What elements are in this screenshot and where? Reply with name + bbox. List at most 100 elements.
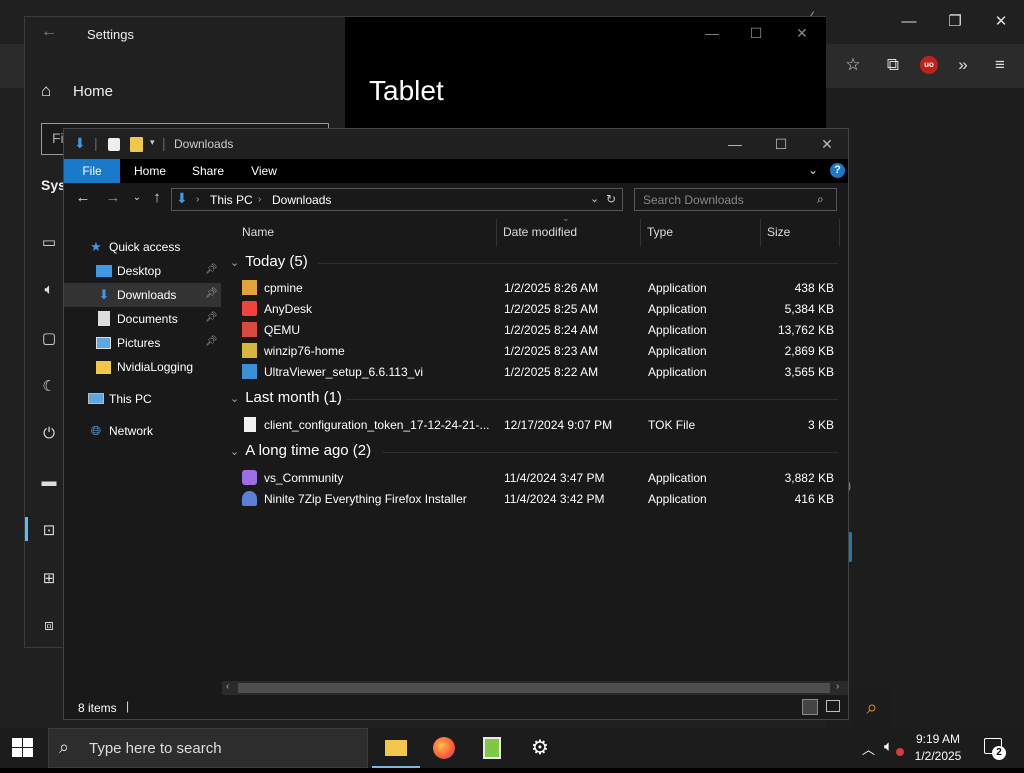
file-type: Application bbox=[648, 302, 707, 316]
file-type: Application bbox=[648, 281, 707, 295]
up-button[interactable]: ↑ bbox=[146, 189, 168, 206]
minimize-button[interactable]: — bbox=[886, 0, 932, 44]
notifications-icon[interactable]: ▢ bbox=[39, 329, 59, 349]
settings-minimize-button[interactable]: — bbox=[697, 25, 727, 41]
file-row[interactable]: QEMU 1/2/2025 8:24 AM Application 13,762… bbox=[232, 319, 834, 340]
pin-icon[interactable]: 📌︎ bbox=[205, 264, 218, 275]
nav-item-downloads[interactable]: ⬇ Downloads 📌︎ bbox=[64, 283, 221, 307]
taskbar-file-explorer[interactable] bbox=[372, 728, 420, 768]
file-row[interactable]: cpmine 1/2/2025 8:26 AM Application 438 … bbox=[232, 277, 834, 298]
windows-start-icon[interactable] bbox=[12, 738, 34, 758]
address-bar[interactable]: ⬇ › This PC › Downloads ⌄ ↻ bbox=[171, 188, 623, 211]
settings-close-button[interactable]: ✕ bbox=[787, 25, 817, 42]
address-dropdown-icon[interactable]: ⌄ bbox=[590, 192, 599, 205]
column-divider[interactable] bbox=[640, 219, 641, 247]
group-header-long-time-ago[interactable]: ⌄ A long time ago (2) bbox=[230, 442, 371, 459]
volume-muted-icon[interactable]: 🔈︎ bbox=[884, 738, 893, 755]
tab-view[interactable]: View bbox=[236, 159, 292, 183]
large-icons-view-icon[interactable] bbox=[826, 700, 840, 712]
display-icon[interactable]: ▭ bbox=[39, 233, 59, 253]
projecting-icon[interactable]: ⧈ bbox=[39, 617, 59, 637]
column-header-type[interactable]: Type bbox=[647, 225, 673, 239]
properties-icon[interactable] bbox=[108, 138, 120, 151]
column-divider[interactable] bbox=[760, 219, 761, 247]
details-view-icon[interactable] bbox=[802, 699, 818, 715]
pin-icon[interactable]: 📌︎ bbox=[205, 312, 218, 323]
scrollbar-thumb[interactable] bbox=[238, 683, 830, 693]
help-icon[interactable]: ? bbox=[830, 163, 845, 178]
restore-button[interactable]: ❐ bbox=[932, 0, 978, 44]
nav-item-desktop[interactable]: Desktop 📌︎ bbox=[64, 259, 221, 283]
close-button[interactable]: ✕ bbox=[978, 0, 1024, 44]
pin-icon[interactable]: 📌︎ bbox=[205, 336, 218, 347]
tablet-icon[interactable]: ⊡ bbox=[39, 521, 59, 541]
refresh-icon[interactable]: ↻ bbox=[606, 192, 616, 206]
expand-ribbon-icon[interactable]: ⌄ bbox=[808, 163, 818, 177]
nav-item-network[interactable]: 🌐︎ Network bbox=[64, 419, 221, 443]
new-folder-icon[interactable] bbox=[130, 137, 143, 152]
nav-item-documents[interactable]: Documents 📌︎ bbox=[64, 307, 221, 331]
nav-item-pictures[interactable]: Pictures 📌︎ bbox=[64, 331, 221, 355]
star-icon[interactable]: ☆ bbox=[838, 50, 868, 80]
column-divider[interactable] bbox=[839, 219, 840, 247]
taskbar-search-input[interactable]: ⌕ Type here to search bbox=[48, 728, 368, 768]
taskbar-firefox[interactable] bbox=[420, 728, 468, 768]
battery-icon[interactable]: ▬ bbox=[39, 473, 59, 493]
column-header-name[interactable]: Name bbox=[242, 225, 274, 239]
tab-file[interactable]: File bbox=[64, 159, 120, 183]
file-type: Application bbox=[648, 323, 707, 337]
file-row[interactable]: UltraViewer_setup_6.6.113_vi 1/2/2025 8:… bbox=[232, 361, 834, 382]
file-row[interactable]: client_configuration_token_17-12-24-21-.… bbox=[232, 414, 834, 435]
explorer-maximize-button[interactable]: ☐ bbox=[758, 133, 804, 157]
breadcrumb-this-pc[interactable]: This PC bbox=[210, 193, 253, 207]
menu-icon[interactable]: ≡ bbox=[985, 50, 1015, 80]
nav-item-quick-access[interactable]: ★ Quick access bbox=[64, 235, 221, 259]
column-divider[interactable] bbox=[496, 219, 497, 247]
file-row[interactable]: AnyDesk 1/2/2025 8:25 AM Application 5,3… bbox=[232, 298, 834, 319]
tab-share[interactable]: Share bbox=[180, 159, 236, 183]
taskbar-notepad[interactable] bbox=[468, 728, 516, 768]
horizontal-scrollbar[interactable]: ‹ › bbox=[222, 681, 848, 695]
focus-assist-icon[interactable]: ☾ bbox=[39, 377, 59, 397]
column-header-size[interactable]: Size bbox=[767, 225, 790, 239]
tab-home[interactable]: Home bbox=[122, 159, 178, 183]
taskbar-clock[interactable]: 9:19 AM 1/2/2025 bbox=[900, 731, 976, 765]
breadcrumb-downloads[interactable]: Downloads bbox=[272, 193, 331, 207]
extensions-icon[interactable]: ⧉ bbox=[878, 50, 908, 80]
forward-button[interactable]: → bbox=[102, 189, 124, 206]
settings-maximize-button[interactable]: ☐ bbox=[741, 25, 771, 42]
explorer-minimize-button[interactable]: — bbox=[712, 133, 758, 157]
file-row[interactable]: Ninite 7Zip Everything Firefox Installer… bbox=[232, 488, 834, 509]
search-input[interactable]: Search Downloads ⌕ bbox=[634, 188, 837, 211]
show-hidden-icons-chevron-icon[interactable]: ︿ bbox=[862, 739, 875, 758]
nav-item-this-pc[interactable]: This PC bbox=[64, 387, 221, 411]
taskbar-settings[interactable]: ⚙ bbox=[516, 728, 564, 768]
file-type: Application bbox=[648, 365, 707, 379]
group-header-today[interactable]: ⌄ Today (5) bbox=[230, 253, 308, 270]
column-header-date[interactable]: Date modified bbox=[503, 225, 577, 239]
file-name: AnyDesk bbox=[264, 302, 313, 316]
explorer-close-button[interactable]: ✕ bbox=[804, 133, 850, 157]
settings-home-link[interactable]: Home bbox=[73, 83, 113, 100]
customize-toolbar-icon[interactable]: ▾ bbox=[150, 137, 155, 148]
recent-locations-icon[interactable]: ⌄ bbox=[126, 192, 148, 203]
pin-icon[interactable]: 📌︎ bbox=[205, 288, 218, 299]
power-icon[interactable]: ⏻ bbox=[39, 425, 59, 445]
group-header-last-month[interactable]: ⌄ Last month (1) bbox=[230, 389, 342, 406]
home-icon[interactable]: ⌂ bbox=[41, 81, 51, 101]
back-button[interactable]: ← bbox=[72, 189, 94, 206]
file-row[interactable]: vs_Community 11/4/2024 3:47 PM Applicati… bbox=[232, 467, 834, 488]
nav-item-label: Network bbox=[109, 424, 154, 438]
search-icon[interactable]: ⌕ bbox=[817, 192, 824, 207]
file-name: Ninite 7Zip Everything Firefox Installer bbox=[264, 492, 467, 506]
sound-icon[interactable]: 🔈︎ bbox=[39, 281, 59, 301]
scroll-left-icon[interactable]: ‹ bbox=[226, 681, 229, 692]
search-tile-icon[interactable]: ⌕ bbox=[852, 688, 892, 728]
scroll-right-icon[interactable]: › bbox=[836, 681, 839, 692]
back-arrow-icon[interactable]: ← bbox=[41, 23, 57, 41]
multitasking-icon[interactable]: ⊞ bbox=[39, 569, 59, 589]
overflow-icon[interactable]: » bbox=[948, 50, 978, 80]
file-row[interactable]: winzip76-home 1/2/2025 8:23 AM Applicati… bbox=[232, 340, 834, 361]
nav-item-nvidialogging[interactable]: NvidiaLogging bbox=[64, 355, 221, 379]
ublock-icon[interactable]: uo bbox=[920, 56, 938, 74]
